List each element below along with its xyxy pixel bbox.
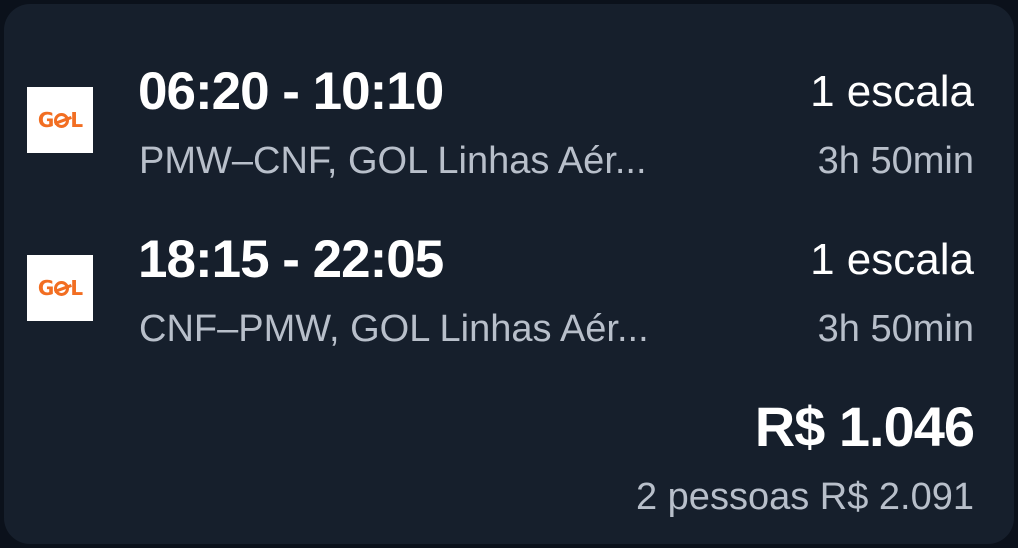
price-per-person: R$ 1.046 [754, 395, 975, 458]
flight-leg-return: GL 18:15 - 22:05 CNF–PMW, GOL Linhas Aér… [4, 224, 1014, 364]
gol-logo-icon: GL [37, 108, 83, 132]
flight-times: 18:15 - 22:05 [138, 230, 444, 289]
gol-airline-logo: GL [27, 255, 93, 321]
gol-logo-icon: GL [37, 276, 83, 300]
price-total: 2 pessoas R$ 2.091 [635, 476, 974, 518]
flight-times: 06:20 - 10:10 [138, 62, 444, 121]
gol-airline-logo: GL [27, 87, 93, 153]
flight-duration: 3h 50min [817, 140, 974, 182]
flight-stops: 1 escala [810, 235, 974, 284]
flight-stops: 1 escala [810, 67, 974, 116]
flight-leg-outbound: GL 06:20 - 10:10 PMW–CNF, GOL Linhas Aér… [4, 56, 1014, 196]
flight-result-card[interactable]: GL 06:20 - 10:10 PMW–CNF, GOL Linhas Aér… [4, 4, 1014, 544]
flight-route-airline: CNF–PMW, GOL Linhas Aér... [139, 308, 649, 350]
flight-duration: 3h 50min [817, 308, 974, 350]
flight-route-airline: PMW–CNF, GOL Linhas Aér... [139, 140, 647, 182]
